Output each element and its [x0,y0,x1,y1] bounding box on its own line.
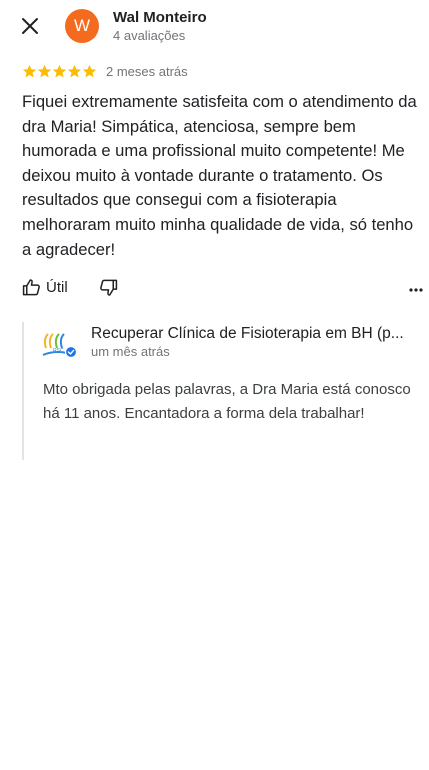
close-icon [22,18,38,34]
star-rating [22,64,97,79]
star-icon [82,64,97,77]
review-detail-page: W Wal Monteiro 4 avaliações 2 meses atrá… [0,0,429,770]
thumbs-up-icon [22,279,40,296]
response-text: Mto obrigada pelas palavras, a Dra Maria… [43,381,411,422]
useful-button[interactable]: Útil [22,278,68,297]
owner-response: RSC Recuperar Clínica de Fisioterapia em… [22,322,426,460]
star-icon [37,64,52,77]
rating-row: 2 meses atrás [22,62,188,80]
reviewer-name[interactable]: Wal Monteiro [113,9,207,26]
more-options-button[interactable] [406,278,426,302]
thumbs-down-icon [100,279,118,296]
not-useful-button[interactable] [99,278,118,302]
business-logo[interactable]: RSC [40,330,78,360]
business-logo-image: RSC [42,333,78,359]
review-date: 2 meses atrás [106,63,188,79]
star-icon [22,64,37,77]
response-date: um mês atrás [91,344,170,359]
star-icon [67,64,82,77]
business-name[interactable]: Recuperar Clínica de Fisioterapia em BH … [91,325,421,343]
reviewer-review-count: 4 avaliações [113,28,186,43]
review-text: Fiquei extremamente satisfeita com o ate… [22,92,417,259]
more-horizontal-icon [409,288,423,292]
useful-label: Útil [46,279,68,296]
close-button[interactable] [14,10,46,42]
star-icon [52,64,67,77]
avatar[interactable]: W [65,9,99,43]
review-actions: Útil [22,278,426,302]
